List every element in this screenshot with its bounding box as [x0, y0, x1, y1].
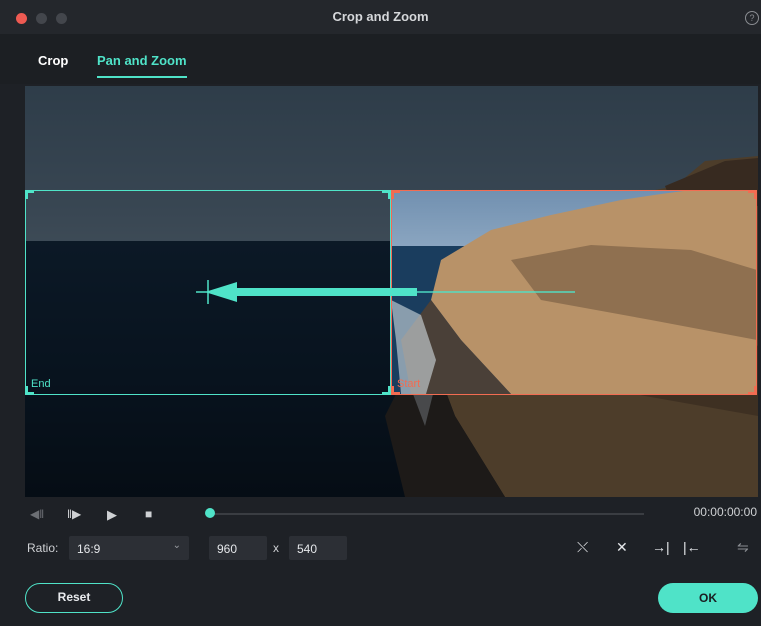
playhead-knob[interactable] — [205, 508, 215, 518]
ratio-select[interactable]: 16:9 ⌄ — [69, 536, 189, 560]
title-bar: Crop and Zoom ? — [0, 0, 761, 34]
reset-button[interactable]: Reset — [25, 583, 123, 613]
tab-crop[interactable]: Crop — [38, 53, 68, 68]
width-input[interactable]: 960 — [209, 536, 267, 560]
set-start-icon[interactable]: →| — [652, 539, 670, 555]
full-frame-icon[interactable]: ✕ — [616, 539, 628, 556]
timeline-track[interactable] — [210, 513, 644, 515]
tab-pan-and-zoom[interactable]: Pan and Zoom — [97, 53, 187, 78]
chevron-down-icon: ⌄ — [172, 540, 181, 551]
tab-bar: Crop Pan and Zoom — [0, 34, 761, 84]
set-end-icon[interactable]: |← — [683, 539, 701, 555]
previous-frame-button[interactable]: ◀‖ — [30, 507, 44, 521]
pan-direction-arrow — [196, 280, 575, 304]
stop-button[interactable]: ■ — [145, 507, 152, 521]
ok-button[interactable]: OK — [658, 583, 758, 613]
video-preview: End Start — [25, 86, 758, 497]
next-frame-button[interactable]: ‖▶ — [67, 507, 81, 521]
controls-panel: ◀‖ ‖▶ ▶ ■ 00:00:00:00 Ratio: 16:9 ⌄ 960 … — [0, 497, 761, 626]
help-icon[interactable]: ? — [745, 11, 759, 25]
swap-icon[interactable]: ⇋ — [737, 539, 749, 556]
ratio-value: 16:9 — [77, 542, 101, 556]
play-button[interactable]: ▶ — [107, 507, 117, 523]
window-title: Crop and Zoom — [332, 9, 429, 24]
size-separator: x — [273, 541, 279, 555]
ratio-label: Ratio: — [27, 541, 59, 555]
timecode: 00:00:00:00 — [693, 505, 757, 519]
height-input[interactable]: 540 — [289, 536, 347, 560]
fit-icon[interactable]: ⤬ — [577, 539, 588, 556]
